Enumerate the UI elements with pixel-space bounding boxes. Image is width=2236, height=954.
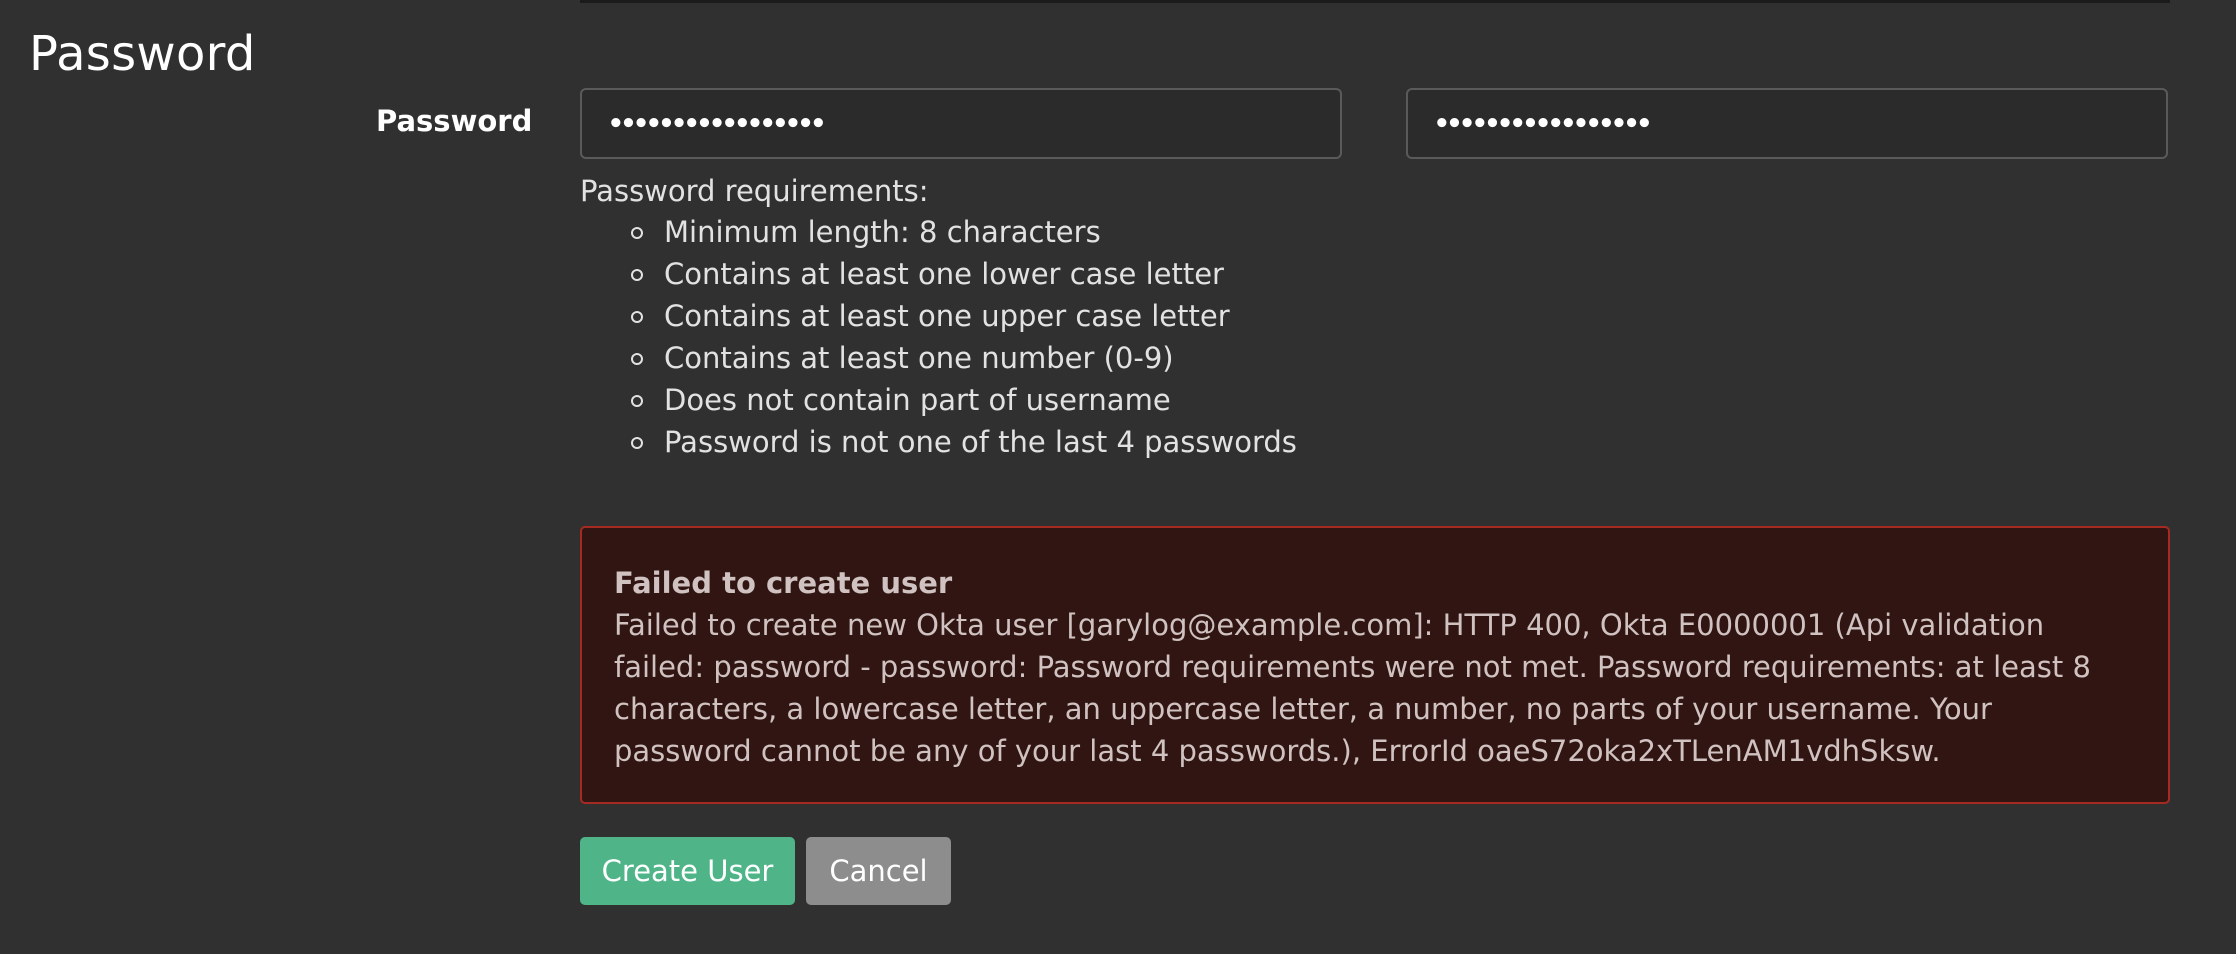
error-message: Failed to create new Okta user [garylog@… (614, 608, 2091, 768)
requirement-item: Minimum length: 8 characters (580, 211, 1297, 253)
error-title: Failed to create user (614, 566, 953, 600)
requirement-item: Contains at least one number (0-9) (580, 337, 1297, 379)
circle-bullet-icon (631, 269, 643, 281)
password-requirements-title: Password requirements: (580, 174, 929, 208)
requirement-text: Password is not one of the last 4 passwo… (664, 425, 1297, 459)
requirement-text: Does not contain part of username (664, 383, 1171, 417)
requirement-item: Contains at least one lower case letter (580, 253, 1297, 295)
password-requirements-list: Minimum length: 8 characters Contains at… (580, 211, 1297, 463)
circle-bullet-icon (631, 353, 643, 365)
circle-bullet-icon (631, 437, 643, 449)
section-title: Password (29, 26, 256, 82)
circle-bullet-icon (631, 311, 643, 323)
requirement-item: Password is not one of the last 4 passwo… (580, 421, 1297, 463)
requirement-text: Minimum length: 8 characters (664, 215, 1101, 249)
cancel-button[interactable]: Cancel (806, 837, 951, 905)
requirement-text: Contains at least one upper case letter (664, 299, 1230, 333)
requirement-text: Contains at least one number (0-9) (664, 341, 1174, 375)
error-alert: Failed to create user Failed to create n… (580, 526, 2170, 804)
confirm-password-input[interactable] (1406, 88, 2168, 159)
requirement-item: Contains at least one upper case letter (580, 295, 1297, 337)
password-label: Password (376, 104, 533, 138)
circle-bullet-icon (631, 395, 643, 407)
password-input[interactable] (580, 88, 1342, 159)
requirement-item: Does not contain part of username (580, 379, 1297, 421)
create-user-button[interactable]: Create User (580, 837, 795, 905)
section-divider (580, 0, 2170, 3)
circle-bullet-icon (631, 227, 643, 239)
create-user-form: Password Password Password requirements:… (0, 0, 2236, 954)
requirement-text: Contains at least one lower case letter (664, 257, 1224, 291)
